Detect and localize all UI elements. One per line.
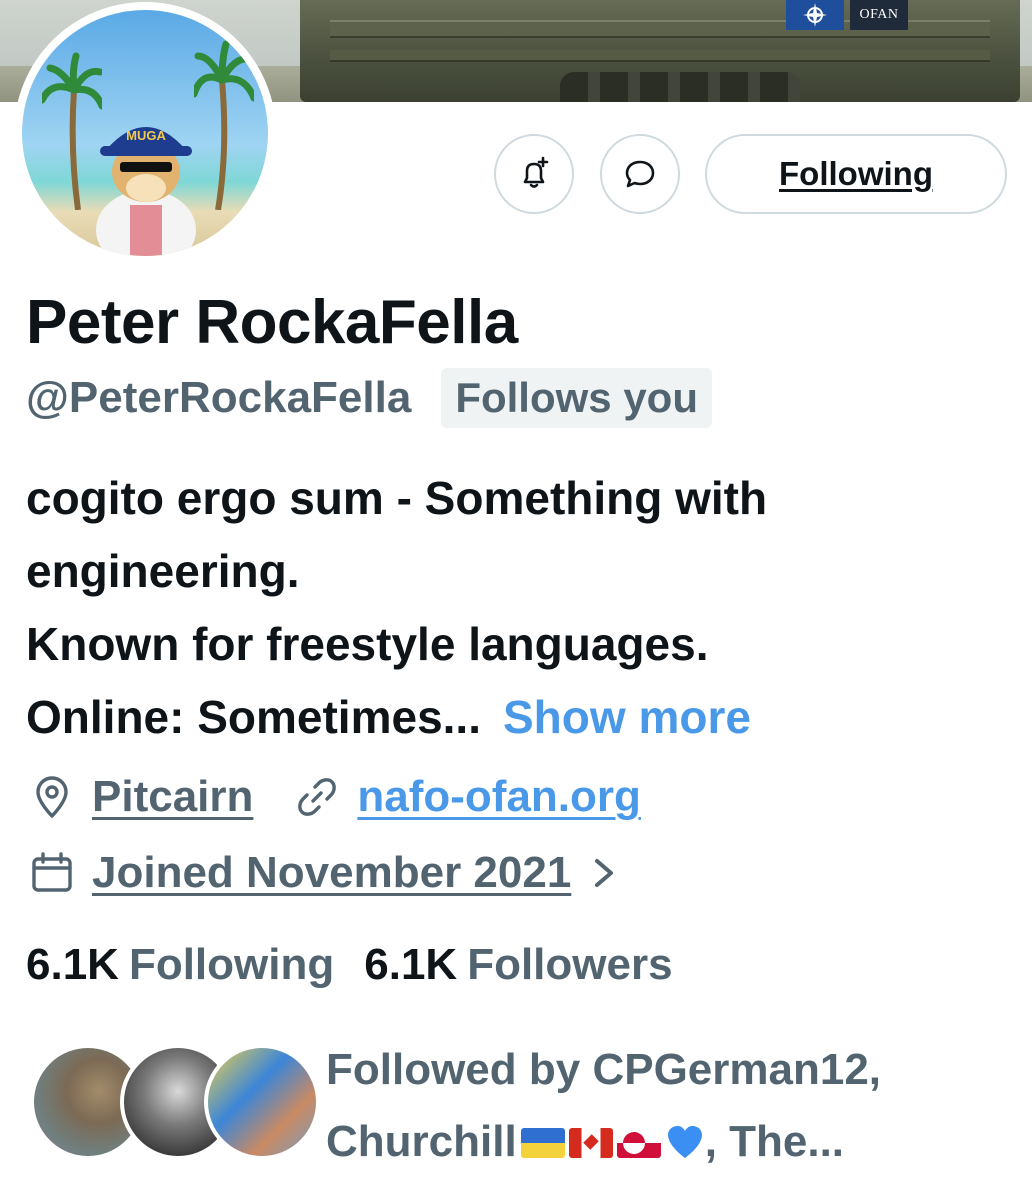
following-button[interactable]: Following (705, 134, 1007, 214)
doge-character-icon: MUGA (96, 127, 196, 256)
banner-flags: OFAN (786, 0, 908, 30)
following-stat[interactable]: 6.1K Following (26, 930, 334, 1000)
followed-by-line: Followed by CPGerman12, (326, 1045, 882, 1094)
blue-heart-icon (667, 1126, 702, 1158)
bio-line: Known for freestyle languages. (26, 618, 709, 670)
ukraine-flag-icon (520, 1128, 565, 1158)
location-pin-icon (26, 771, 78, 823)
follower-avatar (204, 1044, 320, 1160)
cap-text: MUGA (126, 128, 166, 143)
followed-by-section[interactable]: Followed by CPGerman12, Churchill , The..… (30, 1040, 1020, 1170)
bio-line: cogito ergo sum - Something with (26, 472, 768, 524)
followers-stat[interactable]: 6.1K Followers (364, 930, 672, 1000)
message-button[interactable] (600, 134, 680, 214)
show-more-link[interactable]: Show more (503, 691, 751, 743)
followed-by-line: , The... (704, 1117, 845, 1166)
banner-vehicle-rail (330, 50, 990, 62)
followers-label: Followers (467, 940, 673, 989)
profile-handle: @PeterRockaFella (26, 373, 412, 422)
joined-date[interactable]: Joined November 2021 (92, 848, 571, 898)
followers-count: 6.1K (364, 940, 458, 989)
joined-row[interactable]: Joined November 2021 (26, 838, 619, 908)
avatar[interactable]: MUGA (14, 2, 276, 264)
bio-line-last: Online: Sometimes... Show more (26, 681, 1016, 754)
nato-compass-icon (803, 3, 827, 27)
greenland-flag-icon (616, 1128, 661, 1158)
followed-by-text: Followed by CPGerman12, Churchill , The..… (326, 1034, 1016, 1178)
canada-flag-icon (568, 1128, 613, 1158)
calendar-icon (26, 847, 78, 899)
chevron-right-icon[interactable] (589, 853, 619, 893)
following-count: 6.1K (26, 940, 119, 989)
nato-flag-icon (786, 0, 844, 30)
website-item: nafo-ofan.org (291, 771, 641, 823)
profile-name: Peter RockaFella (26, 288, 518, 357)
followed-by-line: Churchill (326, 1117, 517, 1166)
bio-line: Online: Sometimes... (26, 691, 481, 743)
bell-plus-icon (523, 156, 549, 188)
profile-bio: cogito ergo sum - Something with enginee… (26, 462, 1016, 754)
banner-vehicle-wheels (560, 72, 800, 102)
follows-you-badge: Follows you (441, 368, 712, 428)
follow-stats: 6.1K Following 6.1K Followers (26, 930, 703, 1000)
message-bubble-icon (625, 160, 655, 188)
location-item: Pitcairn (26, 771, 253, 823)
following-label: Following (128, 940, 335, 989)
website-link[interactable]: nafo-ofan.org (357, 772, 641, 822)
location-link[interactable]: Pitcairn (92, 772, 253, 822)
handle-row: @PeterRockaFella Follows you (26, 368, 712, 428)
avatar-image: MUGA (22, 10, 268, 256)
bio-line: engineering. (26, 545, 300, 597)
ofan-flag: OFAN (850, 0, 908, 30)
notifications-button[interactable] (494, 134, 574, 214)
profile-meta: Pitcairn nafo-ofan.org (26, 762, 679, 832)
link-icon (291, 771, 343, 823)
